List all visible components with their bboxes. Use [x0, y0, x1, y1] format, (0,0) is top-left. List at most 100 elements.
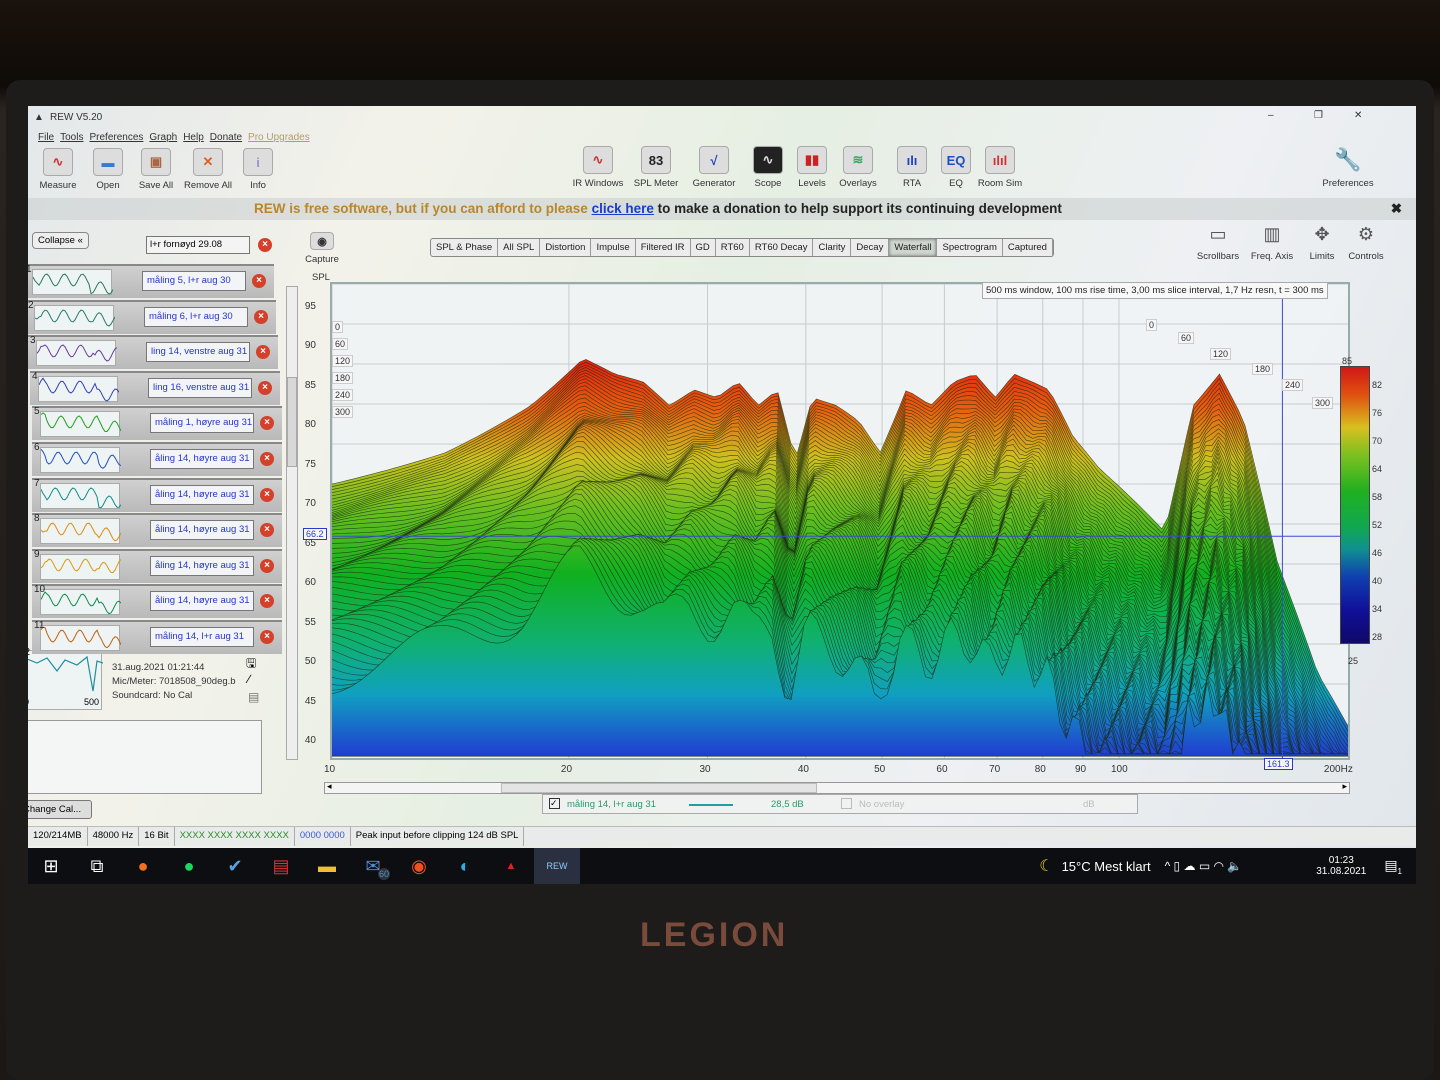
panel-scrollbar[interactable]	[286, 286, 298, 760]
rew-taskbar-icon[interactable]: REW	[534, 848, 580, 884]
scroll-right-icon[interactable]: ▸	[1342, 781, 1347, 792]
dirac-icon[interactable]: ▲	[488, 848, 534, 884]
measurement-name[interactable]: åling 14, høyre aug 31	[150, 520, 254, 541]
measurement-item[interactable]: 7 åling 14, høyre aug 31 ×	[32, 477, 282, 512]
edit-icon[interactable]: ∕	[248, 672, 250, 686]
close-button[interactable]: ✕	[1354, 110, 1362, 121]
tab-gd[interactable]: GD	[691, 239, 716, 256]
measurement-item[interactable]: 11 måling 14, l+r aug 31 ×	[32, 620, 282, 654]
tab-spl-phase[interactable]: SPL & Phase	[431, 239, 499, 256]
remove-measurement-icon[interactable]: ×	[252, 274, 266, 288]
menu-pro-upgrades[interactable]: Pro Upgrades	[248, 132, 310, 143]
measurement-item[interactable]: 2 måling 6, l+r aug 30 ×	[28, 299, 276, 334]
minimize-button[interactable]: –	[1268, 110, 1274, 121]
measurement-item[interactable]: 9 åling 14, høyre aug 31 ×	[32, 548, 282, 583]
measurement-name[interactable]: måling 1, høyre aug 31	[150, 413, 254, 434]
tray-icons[interactable]: ^ ▯ ☁ ▭ ◠ 🔈	[1165, 859, 1243, 873]
measurement-item[interactable]: 5 måling 1, høyre aug 31 ×	[32, 406, 282, 441]
collapse-button[interactable]: Collapse «	[32, 232, 89, 249]
menu-donate[interactable]: Donate	[210, 132, 242, 143]
measurement-item[interactable]: 8 åling 14, høyre aug 31 ×	[32, 513, 282, 548]
remove-measurement-icon[interactable]: ×	[256, 345, 270, 360]
remove-measurement-icon[interactable]: ×	[258, 238, 272, 252]
menu-file[interactable]: File	[38, 132, 54, 143]
measurement-name[interactable]: måling 6, l+r aug 30	[144, 306, 248, 327]
spl-meter-button[interactable]: 83 SPL Meter	[626, 146, 686, 189]
close-banner-icon[interactable]: ✖	[1391, 198, 1402, 220]
edge-icon[interactable]: ◐	[442, 848, 488, 884]
app-icon-red[interactable]: ▤	[258, 848, 304, 884]
measurement-name[interactable]: åling 14, høyre aug 31	[150, 484, 254, 505]
task-view-icon[interactable]: ⧉	[74, 848, 120, 884]
waterfall-plot[interactable]	[323, 282, 1357, 760]
measurement-name[interactable]: åling 14, høyre aug 31	[150, 555, 254, 576]
tab-rt60[interactable]: RT60	[716, 239, 750, 256]
tab-clarity[interactable]: Clarity	[813, 239, 852, 256]
legend-checkbox[interactable]: ✓	[549, 798, 560, 809]
notes-icon[interactable]: ▤	[248, 690, 259, 704]
remove-measurement-icon[interactable]: ×	[260, 523, 274, 538]
tab-filtered-ir[interactable]: Filtered IR	[636, 239, 691, 256]
donate-link[interactable]: click here	[592, 201, 654, 216]
measurement-name[interactable]: åling 14, høyre aug 31	[150, 591, 254, 612]
measurement-item[interactable]: 1 måling 5, l+r aug 30 ×	[28, 264, 274, 298]
controlsbutton[interactable]: ⚙ Controls	[1340, 224, 1392, 262]
steam-icon[interactable]: ✔	[212, 848, 258, 884]
measurement-name[interactable]: ling 16, venstre aug 31	[148, 377, 252, 398]
menu-help[interactable]: Help	[183, 132, 204, 143]
origin-icon[interactable]: ◉	[396, 848, 442, 884]
scrollbarsbutton[interactable]: ▭ Scrollbars	[1192, 224, 1244, 262]
tab-waterfall[interactable]: Waterfall	[889, 239, 938, 256]
firefox-icon[interactable]: ●	[120, 848, 166, 884]
tab-impulse[interactable]: Impulse	[591, 239, 636, 256]
tab-spectrogram[interactable]: Spectrogram	[937, 239, 1003, 256]
scrollbar-thumb[interactable]	[501, 783, 817, 793]
notes-area[interactable]	[28, 720, 262, 794]
info-button[interactable]: i Info	[228, 148, 288, 191]
frequency-scrollbar[interactable]: ◂ ▸	[324, 781, 1350, 794]
remove-measurement-icon[interactable]: ×	[260, 594, 274, 609]
scroll-left-icon[interactable]: ◂	[327, 781, 332, 792]
top-measurement-name[interactable]: l+r fornøyd 29.08	[146, 236, 250, 254]
tab-captured[interactable]: Captured	[1003, 239, 1053, 256]
overlay-checkbox[interactable]	[841, 798, 852, 809]
selected-measurement[interactable]: 20 500 12 31.aug.2021 01:21:44 Mic/Meter…	[28, 647, 266, 714]
remove-measurement-icon[interactable]: ×	[260, 630, 274, 644]
mail-icon[interactable]: ✉ 60	[350, 848, 396, 884]
change-cal-button[interactable]: Change Cal...	[28, 800, 93, 819]
room-sim-button[interactable]: ılıl Room Sim	[970, 146, 1030, 189]
capture-button[interactable]: ◉ Capture	[294, 232, 350, 265]
file-explorer-icon[interactable]: ▬	[304, 848, 350, 884]
remove-measurement-icon[interactable]: ×	[260, 452, 274, 466]
measurement-item[interactable]: 3 ling 14, venstre aug 31 ×	[28, 335, 278, 370]
measurement-item[interactable]: 10 åling 14, høyre aug 31 ×	[32, 584, 282, 619]
remove-measurement-icon[interactable]: ×	[258, 380, 272, 395]
measurement-item[interactable]: 6 åling 14, høyre aug 31 ×	[32, 442, 282, 476]
remove-measurement-icon[interactable]: ×	[254, 309, 268, 324]
tab-distortion[interactable]: Distortion	[540, 239, 592, 256]
measurement-name[interactable]: måling 5, l+r aug 30	[142, 271, 246, 291]
remove-measurement-icon[interactable]: ×	[260, 416, 274, 431]
tab-rt60-decay[interactable]: RT60 Decay	[750, 239, 814, 256]
start-icon[interactable]: ⊞	[28, 848, 74, 884]
menu-preferences[interactable]: Preferences	[89, 132, 143, 143]
remove-measurement-icon[interactable]: ×	[260, 487, 274, 502]
remove-measurement-icon[interactable]: ×	[260, 558, 274, 573]
freq-axisbutton[interactable]: ▥ Freq. Axis	[1246, 224, 1298, 262]
maximize-button[interactable]: ❐	[1314, 110, 1323, 121]
notifications-icon[interactable]: ▤1	[1384, 857, 1402, 876]
overlays-button[interactable]: ≋ Overlays	[828, 146, 888, 189]
measurement-name[interactable]: ling 14, venstre aug 31	[146, 342, 250, 363]
measurement-name[interactable]: måling 14, l+r aug 31	[150, 627, 254, 647]
spotify-icon[interactable]: ●	[166, 848, 212, 884]
tab-decay[interactable]: Decay	[851, 239, 890, 256]
preferences-button[interactable]: 🔧 Preferences	[1318, 146, 1378, 189]
measurement-item[interactable]: 4 ling 16, venstre aug 31 ×	[30, 370, 280, 405]
weather-text[interactable]: 15°C Mest klart	[1062, 859, 1151, 874]
menu-graph[interactable]: Graph	[149, 132, 177, 143]
menu-tools[interactable]: Tools	[60, 132, 83, 143]
ir-windows-button[interactable]: ∿ IR Windows	[568, 146, 628, 189]
clock[interactable]: 01:23 31.08.2021	[1316, 855, 1366, 877]
save-all-button[interactable]: ▣ Save All	[126, 148, 186, 191]
generator-button[interactable]: √ Generator	[684, 146, 744, 189]
